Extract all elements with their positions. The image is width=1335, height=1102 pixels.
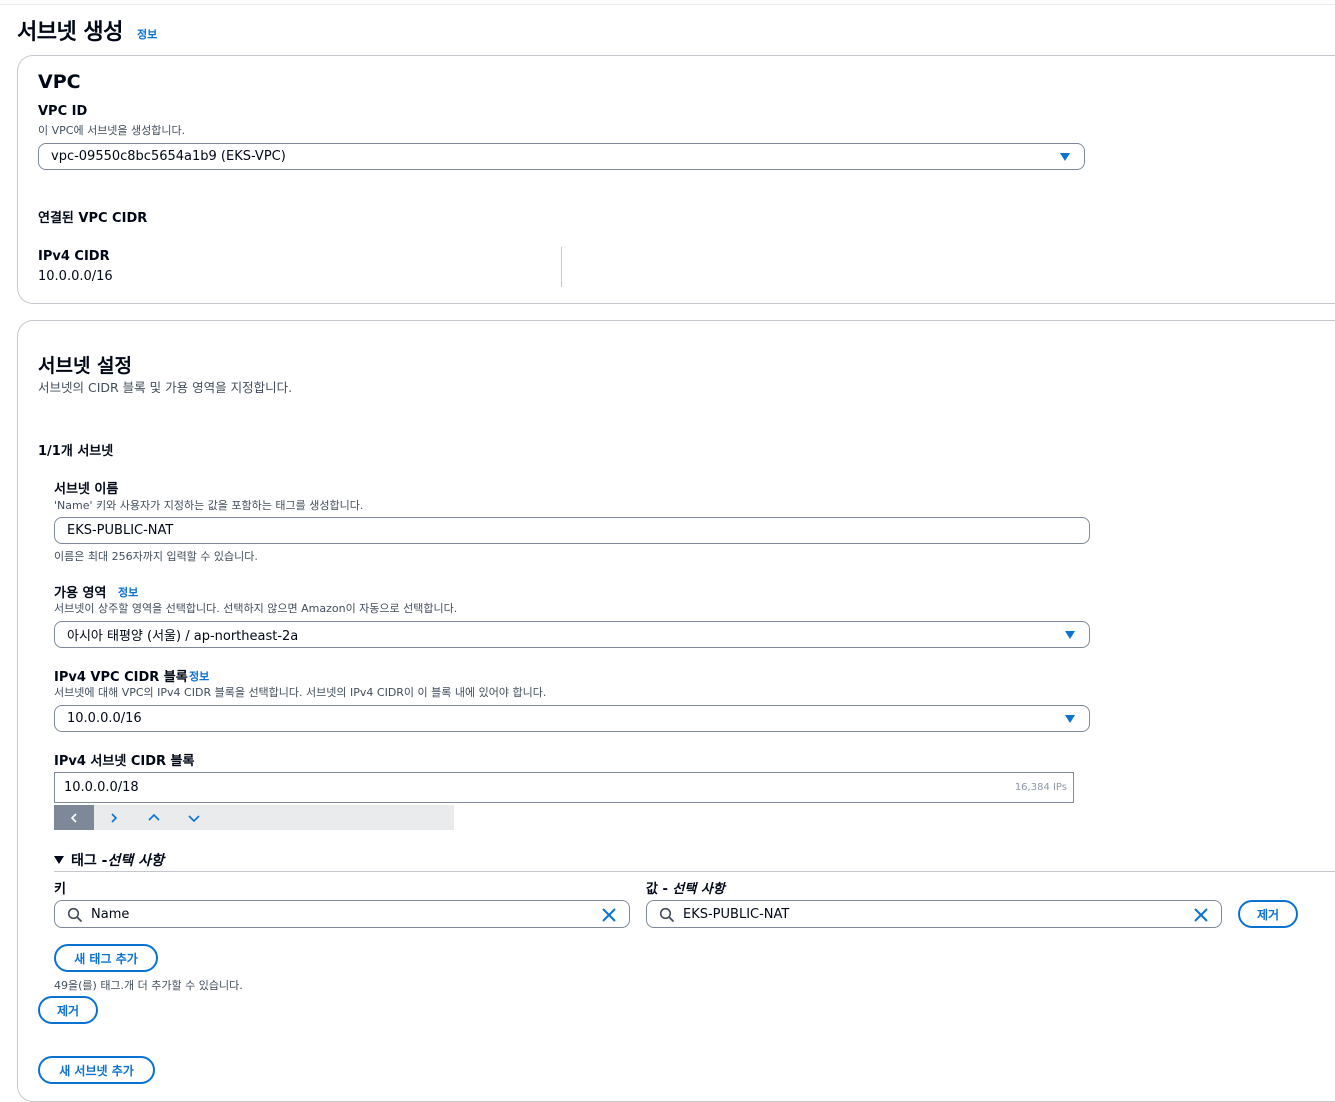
- subnet-name-label: 서브넷 이름: [54, 482, 119, 497]
- remove-tag-button[interactable]: 제거: [1238, 900, 1298, 928]
- add-tag-button[interactable]: 새 태그 추가: [54, 944, 158, 972]
- subnet-name-hint: 이름은 최대 256자까지 입력할 수 있습니다.: [54, 550, 258, 563]
- tag-key-header: 키: [54, 882, 66, 897]
- tags-toggle[interactable]: 태그 - 선택 사항: [54, 850, 164, 870]
- tag-value-value: EKS-PUBLIC-NAT: [683, 907, 790, 922]
- tag-key-input[interactable]: Name: [54, 900, 630, 928]
- add-subnet-button[interactable]: 새 서브넷 추가: [38, 1056, 155, 1084]
- subnet-cidr-value: 10.0.0.0/18: [64, 780, 139, 795]
- vpc-cidr-block-label: IPv4 VPC CIDR 블록: [54, 670, 188, 685]
- ipv4-cidr-label: IPv4 CIDR: [38, 249, 110, 264]
- clear-icon[interactable]: [1193, 907, 1209, 923]
- az-info-link[interactable]: 정보: [118, 584, 138, 600]
- caret-down-icon: [1065, 630, 1075, 639]
- subnet-settings-heading: 서브넷 설정: [38, 355, 133, 377]
- vpc-id-select[interactable]: vpc-09550c8bc5654a1b9 (EKS-VPC): [38, 143, 1085, 170]
- caret-down-icon: [54, 856, 64, 864]
- vpc-cidr-block-description: 서브넷에 대해 VPC의 IPv4 CIDR 블록을 선택합니다. 서브넷의 I…: [54, 686, 547, 699]
- vpc-cidr-block-select[interactable]: 10.0.0.0/16: [54, 705, 1090, 732]
- tag-key-value: Name: [91, 907, 130, 922]
- tag-value-header-prefix: 값 -: [646, 882, 673, 897]
- subnet-name-value: EKS-PUBLIC-NAT: [67, 523, 174, 538]
- az-description: 서브넷이 상주할 영역을 선택합니다. 선택하지 않으면 Amazon이 자동으…: [54, 602, 458, 615]
- caret-down-icon: [1065, 714, 1075, 723]
- subnet-cidr-label: IPv4 서브넷 CIDR 블록: [54, 754, 195, 769]
- vpc-cidr-block-value: 10.0.0.0/16: [67, 711, 142, 726]
- subnet-name-input[interactable]: EKS-PUBLIC-NAT: [54, 517, 1090, 544]
- page-info-link[interactable]: 정보: [137, 26, 157, 42]
- top-divider: [0, 4, 1335, 5]
- chevron-right-icon[interactable]: [94, 805, 134, 830]
- az-select[interactable]: 아시아 태평양 (서울) / ap-northeast-2a: [54, 621, 1090, 648]
- caret-down-icon: [1060, 152, 1070, 161]
- vpc-heading: VPC: [38, 71, 81, 93]
- subnet-settings-description: 서브넷의 CIDR 블록 및 가용 영역을 지정합니다.: [38, 380, 293, 395]
- tags-divider: [54, 871, 1335, 872]
- vpc-id-label: VPC ID: [38, 104, 88, 119]
- az-value: 아시아 태평양 (서울) / ap-northeast-2a: [67, 629, 299, 644]
- clear-icon[interactable]: [601, 907, 617, 923]
- column-divider: [561, 247, 562, 287]
- vpc-cidr-heading: 연결된 VPC CIDR: [38, 211, 148, 226]
- chevron-down-icon[interactable]: [174, 805, 214, 830]
- cidr-stepper: [54, 805, 454, 830]
- search-icon: [659, 907, 675, 923]
- subnet-cidr-input[interactable]: 10.0.0.0/18 16,384 IPs: [54, 772, 1074, 803]
- az-label: 가용 영역: [54, 586, 107, 601]
- tag-limit-hint: 49을(를) 태그.개 더 추가할 수 있습니다.: [54, 979, 243, 992]
- subnet-cidr-ip-count: 16,384 IPs: [1014, 782, 1067, 793]
- tag-value-header: 값 - 선택 사항: [646, 878, 725, 897]
- search-icon: [67, 907, 83, 923]
- tags-toggle-label: 태그 -: [71, 853, 108, 869]
- chevron-up-icon[interactable]: [134, 805, 174, 830]
- tag-value-header-optional: 선택 사항: [672, 882, 725, 897]
- vpc-cidr-info-link[interactable]: 정보: [189, 668, 209, 684]
- tag-value-input[interactable]: EKS-PUBLIC-NAT: [646, 900, 1222, 928]
- tags-toggle-optional: 선택 사항: [107, 853, 164, 869]
- vpc-id-description: 이 VPC에 서브넷을 생성합니다.: [38, 124, 186, 137]
- remove-subnet-button[interactable]: 제거: [38, 996, 98, 1024]
- vpc-panel: [17, 55, 1335, 304]
- ipv4-cidr-value: 10.0.0.0/16: [38, 269, 113, 284]
- subnet-count: 1/1개 서브넷: [38, 444, 114, 459]
- vpc-id-value: vpc-09550c8bc5654a1b9 (EKS-VPC): [51, 149, 286, 164]
- chevron-left-icon[interactable]: [54, 805, 94, 830]
- page-title: 서브넷 생성: [17, 20, 123, 45]
- subnet-name-description: 'Name' 키와 사용자가 지정하는 값을 포함하는 태그를 생성합니다.: [54, 499, 364, 512]
